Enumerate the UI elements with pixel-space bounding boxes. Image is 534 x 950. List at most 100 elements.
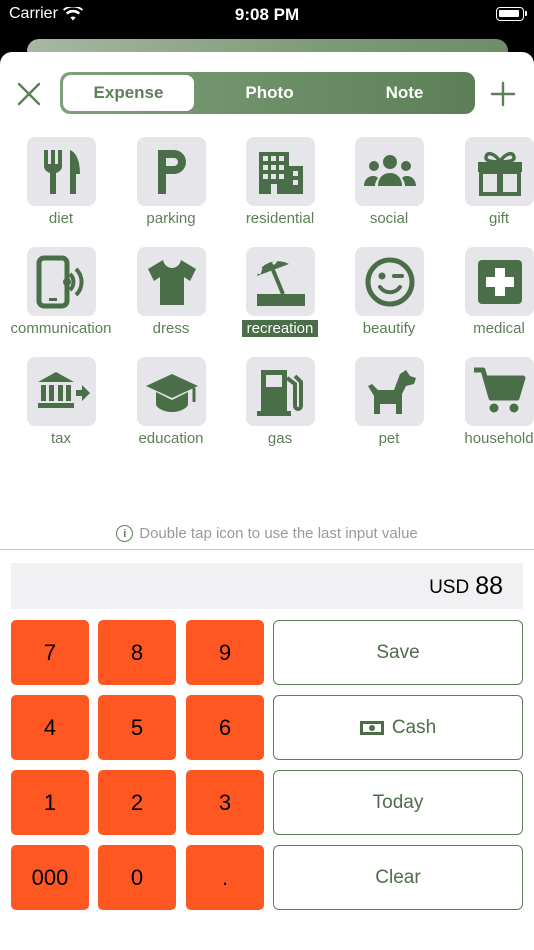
category-label: residential (220, 210, 340, 227)
tab-expense[interactable]: Expense (63, 75, 194, 111)
save-label: Save (376, 641, 420, 663)
category-social[interactable]: social (334, 137, 444, 237)
category-label: parking (111, 210, 231, 227)
key-3[interactable]: 3 (186, 770, 264, 835)
category-tile[interactable] (27, 247, 96, 316)
category-label-text: dress (152, 320, 190, 337)
beach-umbrella-icon (256, 259, 305, 306)
category-label-text: tax (50, 430, 71, 447)
category-tile[interactable] (246, 247, 315, 316)
category-dress[interactable]: dress (116, 247, 226, 347)
category-residential[interactable]: residential (225, 137, 335, 237)
divider (0, 549, 534, 550)
category-label-text: parking (146, 210, 196, 227)
battery-icon (496, 7, 527, 21)
category-label: pet (329, 430, 449, 447)
category-tile[interactable] (137, 137, 206, 206)
category-tile[interactable] (27, 357, 96, 426)
hint-label: Double tap icon to use the last input va… (139, 525, 418, 542)
category-parking[interactable]: parking (116, 137, 226, 237)
category-tile[interactable] (355, 357, 424, 426)
clock: 9:08 PM (234, 5, 300, 24)
category-label: recreation (220, 320, 340, 337)
key-6[interactable]: 6 (186, 695, 264, 760)
key-7[interactable]: 7 (11, 620, 89, 685)
category-label: communication (1, 320, 121, 337)
category-label: tax (1, 430, 121, 447)
key-5[interactable]: 5 (98, 695, 176, 760)
key-9[interactable]: 9 (186, 620, 264, 685)
category-label-text: recreation (241, 320, 319, 337)
today-button[interactable]: Today (273, 770, 523, 835)
category-tax[interactable]: tax (6, 357, 116, 457)
category-label-text: household (464, 430, 534, 447)
bank-arrow-icon (37, 371, 90, 408)
fork-knife-icon (43, 149, 80, 194)
gas-pump-icon (256, 369, 303, 416)
category-tile[interactable] (27, 137, 96, 206)
category-diet[interactable]: diet (6, 137, 116, 237)
graduation-cap-icon (145, 373, 198, 412)
category-beautify[interactable]: beautify (334, 247, 444, 347)
category-label-text: beautify (362, 320, 416, 337)
category-communication[interactable]: communication (6, 247, 116, 347)
info-icon: i (116, 525, 134, 542)
key-decimal[interactable]: . (186, 845, 264, 910)
category-tile[interactable] (137, 247, 206, 316)
today-label: Today (372, 791, 424, 813)
key-1[interactable]: 1 (11, 770, 89, 835)
amount-value: 88 (475, 571, 503, 600)
category-tile[interactable] (137, 357, 206, 426)
category-label-text: communication (10, 320, 112, 337)
status-bar: Carrier 9:08 PM (0, 0, 534, 30)
category-label: education (111, 430, 231, 447)
save-button[interactable]: Save (273, 620, 523, 685)
cash-label: Cash (391, 716, 437, 738)
key-000[interactable]: 000 (11, 845, 89, 910)
parking-icon (157, 149, 186, 194)
key-8[interactable]: 8 (98, 620, 176, 685)
category-gas[interactable]: gas (225, 357, 335, 457)
category-label-text: medical (473, 320, 525, 337)
category-household[interactable]: household (444, 357, 534, 457)
shopping-cart-icon (473, 367, 525, 412)
amount-display: USD 88 (11, 563, 523, 609)
category-recreation[interactable]: recreation (225, 247, 335, 347)
category-gift[interactable]: gift (444, 137, 534, 237)
category-medical[interactable]: medical (444, 247, 534, 347)
category-tile[interactable] (465, 247, 534, 316)
add-button[interactable] (488, 79, 518, 109)
close-icon (17, 82, 41, 106)
category-label: dress (111, 320, 231, 337)
cash-button[interactable]: Cash (273, 695, 523, 760)
medical-cross-icon (477, 259, 522, 304)
hint-text: i Double tap icon to use the last input … (0, 525, 534, 542)
mode-segmented-control: Expense Photo Note (60, 72, 475, 114)
key-2[interactable]: 2 (98, 770, 176, 835)
tab-note[interactable]: Note (337, 75, 472, 111)
people-group-icon (363, 154, 416, 186)
category-label: social (329, 210, 449, 227)
category-pet[interactable]: pet (334, 357, 444, 457)
category-tile[interactable] (246, 357, 315, 426)
plus-icon (490, 81, 516, 107)
clear-button[interactable]: Clear (273, 845, 523, 910)
category-label: medical (439, 320, 534, 337)
category-label-text: gas (267, 430, 293, 447)
category-education[interactable]: education (116, 357, 226, 457)
category-tile[interactable] (355, 247, 424, 316)
key-0[interactable]: 0 (98, 845, 176, 910)
category-tile[interactable] (465, 357, 534, 426)
category-tile[interactable] (465, 137, 534, 206)
tab-photo[interactable]: Photo (202, 75, 337, 111)
category-tile[interactable] (246, 137, 315, 206)
category-label: gift (439, 210, 534, 227)
entry-sheet: Expense Photo Note diet parking residentia… (0, 52, 534, 950)
category-tile[interactable] (355, 137, 424, 206)
category-label: gas (220, 430, 340, 447)
close-button[interactable] (14, 79, 44, 109)
category-label-text: pet (378, 430, 400, 447)
category-label-text: residential (245, 210, 315, 227)
category-label: household (439, 430, 534, 447)
key-4[interactable]: 4 (11, 695, 89, 760)
